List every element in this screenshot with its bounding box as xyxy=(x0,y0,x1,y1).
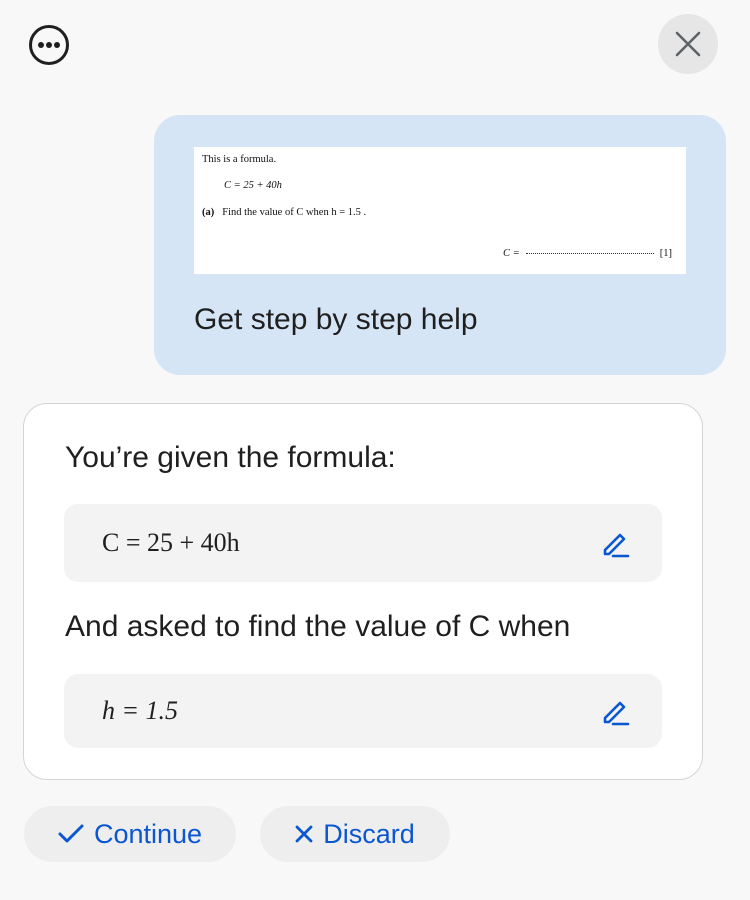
user-message-bubble: This is a formula. C = 25 + 40h (a) Find … xyxy=(154,115,726,375)
snapshot-formula: C = 25 + 40h xyxy=(224,180,282,191)
snapshot-answer-line: C = [1] xyxy=(503,248,672,259)
formula-box[interactable]: C = 25 + 40h xyxy=(64,504,662,582)
check-icon xyxy=(58,824,84,844)
close-icon xyxy=(675,31,701,57)
answer-dotted-line xyxy=(525,253,654,254)
more-options-button[interactable] xyxy=(29,25,69,65)
snapshot-question-text: Find the value of C when h = 1.5 . xyxy=(222,207,367,218)
discard-label: Discard xyxy=(323,818,415,849)
snapshot-question: (a) Find the value of C when h = 1.5 . xyxy=(202,207,366,218)
snapshot-answer-label: C = xyxy=(503,248,520,259)
more-horizontal-icon xyxy=(38,42,60,48)
discard-button[interactable]: Discard xyxy=(260,806,450,862)
response-followup-text: And asked to find the value of C when xyxy=(65,610,571,643)
close-button[interactable] xyxy=(658,14,718,74)
pencil-icon[interactable] xyxy=(600,528,630,558)
snapshot-marks: [1] xyxy=(659,248,672,259)
response-card: You’re given the formula: C = 25 + 40h A… xyxy=(23,403,703,780)
condition-text: h = 1.5 xyxy=(102,696,179,725)
question-snapshot[interactable]: This is a formula. C = 25 + 40h (a) Find … xyxy=(194,147,686,274)
snapshot-part-label: (a) xyxy=(202,207,215,218)
continue-button[interactable]: Continue xyxy=(24,806,236,862)
continue-label: Continue xyxy=(93,818,203,849)
x-icon xyxy=(295,825,313,843)
response-intro-text: You’re given the formula: xyxy=(65,441,396,474)
snapshot-intro: This is a formula. xyxy=(202,154,277,165)
user-prompt-text: Get step by step help xyxy=(194,303,478,336)
condition-box[interactable]: h = 1.5 xyxy=(64,674,662,748)
formula-text: C = 25 + 40h xyxy=(102,528,240,557)
pencil-icon[interactable] xyxy=(600,696,630,726)
